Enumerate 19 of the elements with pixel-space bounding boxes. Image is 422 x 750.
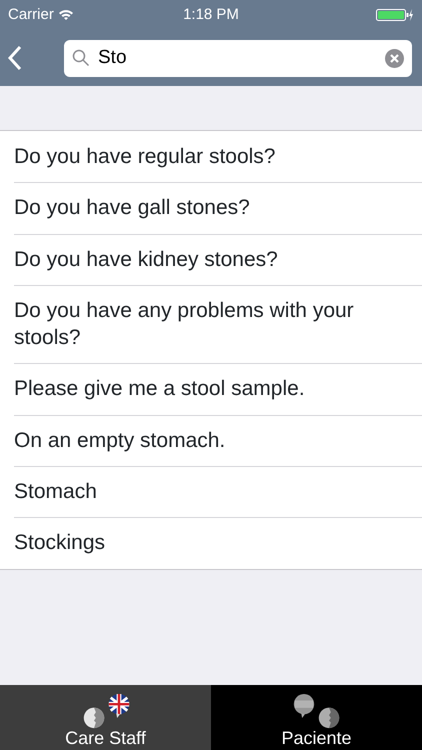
phrase-item[interactable]: Stockings: [0, 517, 422, 569]
phrase-item[interactable]: Stomach: [0, 466, 422, 518]
phrase-item[interactable]: Do you have regular stools?: [0, 131, 422, 182]
search-bar[interactable]: Sto: [64, 40, 412, 76]
phrase-item[interactable]: Do you have kidney stones?: [0, 234, 422, 285]
carrier-name: Carrier: [8, 4, 54, 25]
clear-icon[interactable]: [385, 48, 404, 68]
search-input[interactable]: Sto: [98, 44, 377, 72]
status-time: 1:18 PM: [183, 6, 239, 23]
phrase-item[interactable]: On an empty stomach.: [0, 414, 422, 466]
search-icon: [72, 49, 90, 67]
phrase-item[interactable]: Do you have gall stones?: [0, 182, 422, 234]
wifi-icon: [58, 9, 74, 21]
back-icon[interactable]: [8, 45, 22, 71]
tab[interactable]: Paciente: [211, 685, 422, 750]
battery-icon: [376, 8, 414, 22]
phrase-item[interactable]: Please give me a stool sample.: [0, 363, 422, 415]
phrase-item[interactable]: Do you have any problems with your stools?: [0, 284, 422, 364]
tab[interactable]: Care Staff: [0, 685, 211, 750]
